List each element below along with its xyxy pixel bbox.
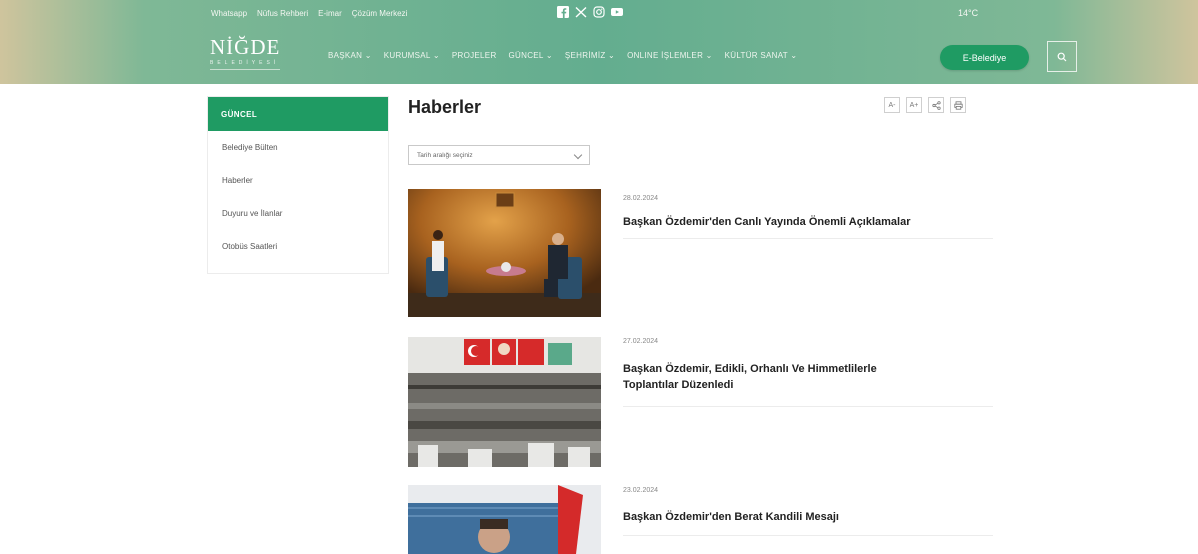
news-divider (623, 406, 993, 407)
top-link-cozum-merkezi[interactable]: Çözüm Merkezi (352, 9, 408, 18)
top-link-nufus-rehberi[interactable]: Nüfus Rehberi (257, 9, 308, 18)
date-range-placeholder: Tarih aralığı seçiniz (417, 151, 473, 159)
news-title[interactable]: Başkan Özdemir, Edikli, Orhanlı Ve Himme… (623, 361, 923, 393)
youtube-icon[interactable] (611, 6, 623, 18)
news-item[interactable]: 27.02.2024 Başkan Özdemir, Edikli, Orhan… (408, 337, 993, 467)
date-range-select[interactable]: Tarih aralığı seçiniz (408, 145, 590, 165)
search-button[interactable] (1047, 41, 1077, 72)
sidebar-item-otobus-saatleri[interactable]: Otobüs Saatleri (208, 230, 388, 263)
top-link-e-imar[interactable]: E-imar (318, 9, 342, 18)
print-icon[interactable] (950, 97, 966, 113)
news-title[interactable]: Başkan Özdemir'den Berat Kandili Mesajı (623, 509, 923, 525)
font-increase-icon[interactable]: A+ (906, 97, 922, 113)
top-link-whatsapp[interactable]: Whatsapp (211, 9, 247, 18)
sidebar-heading: GÜNCEL (208, 97, 388, 131)
nav-item-sehrimiz[interactable]: ŞEHRİMİZ ⌄ (565, 51, 615, 60)
weather-readout: 14°C (958, 8, 979, 18)
share-icon[interactable] (928, 97, 944, 113)
font-decrease-icon[interactable]: A- (884, 97, 900, 113)
news-item[interactable]: 28.02.2024 Başkan Özdemir'den Canlı Yayı… (408, 189, 993, 319)
search-icon (1057, 52, 1067, 61)
news-thumbnail[interactable] (408, 189, 601, 317)
news-divider (623, 238, 993, 239)
news-date: 28.02.2024 (623, 195, 659, 202)
logo-wordmark: NİĞDE (210, 35, 281, 59)
nav-item-online-islemler[interactable]: ONLINE İŞLEMLER ⌄ (627, 51, 713, 60)
sidebar-item-duyuru-ilanlar[interactable]: Duyuru ve İlanlar (208, 197, 388, 230)
news-date: 23.02.2024 (623, 487, 659, 494)
nav-item-kurumsal[interactable]: KURUMSAL ⌄ (384, 51, 440, 60)
news-thumbnail[interactable] (408, 337, 601, 467)
news-title[interactable]: Başkan Özdemir'den Canlı Yayında Önemli … (623, 214, 963, 230)
sidebar-item-haberler[interactable]: Haberler (208, 164, 388, 197)
top-bar: Whatsapp Nüfus Rehberi E-imar Çözüm Merk… (0, 0, 1198, 28)
news-date: 27.02.2024 (623, 338, 659, 345)
page-tools: A- A+ (884, 97, 966, 113)
social-links (557, 6, 623, 18)
news-item[interactable]: 23.02.2024 Başkan Özdemir'den Berat Kand… (408, 485, 993, 554)
nav-item-kultur-sanat[interactable]: KÜLTÜR SANAT ⌄ (725, 51, 798, 60)
e-belediye-button[interactable]: E-Belediye (940, 45, 1029, 70)
x-icon[interactable] (575, 6, 587, 18)
nav-item-guncel[interactable]: GÜNCEL ⌄ (509, 51, 553, 60)
site-header: Whatsapp Nüfus Rehberi E-imar Çözüm Merk… (0, 0, 1198, 84)
site-logo[interactable]: NİĞDE BELEDİYESİ (210, 36, 288, 76)
news-thumbnail[interactable] (408, 485, 601, 554)
news-divider (623, 535, 993, 536)
top-links: Whatsapp Nüfus Rehberi E-imar Çözüm Merk… (211, 9, 407, 18)
page-title: Haberler (408, 97, 482, 117)
nav-item-projeler[interactable]: PROJELER (452, 51, 497, 60)
instagram-icon[interactable] (593, 6, 605, 18)
logo-subtitle: BELEDİYESİ (210, 60, 280, 66)
logo-divider (210, 69, 280, 70)
nav-item-baskan[interactable]: BAŞKAN ⌄ (328, 51, 372, 60)
sidebar: GÜNCEL Belediye Bülten Haberler Duyuru v… (207, 96, 389, 274)
sidebar-item-belediye-bulten[interactable]: Belediye Bülten (208, 131, 388, 164)
main-navigation: BAŞKAN ⌄ KURUMSAL ⌄ PROJELER GÜNCEL ⌄ ŞE… (328, 51, 797, 60)
facebook-icon[interactable] (557, 6, 569, 18)
chevron-down-icon (573, 150, 583, 160)
